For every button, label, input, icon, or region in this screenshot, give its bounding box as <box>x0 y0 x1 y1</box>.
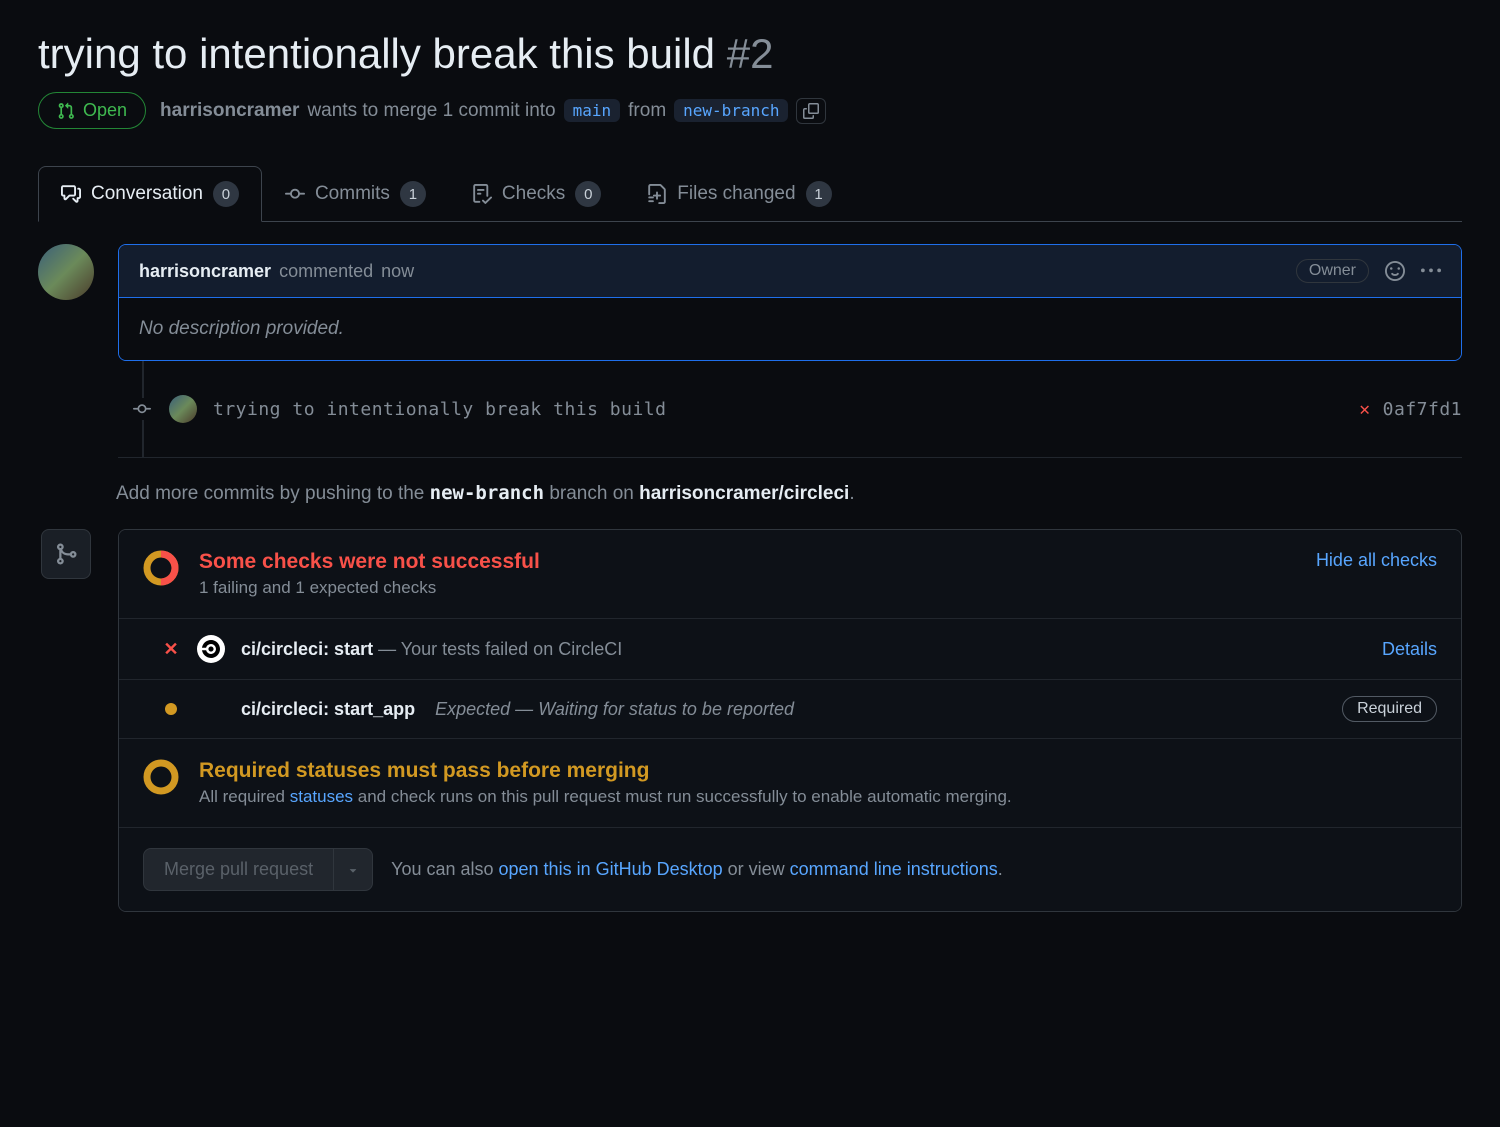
timeline-commit-event: trying to intentionally break this build… <box>118 361 1462 457</box>
required-status-sub: All required statuses and check runs on … <box>199 787 1012 807</box>
tab-conversation[interactable]: Conversation 0 <box>38 166 262 222</box>
tab-conversation-count: 0 <box>213 181 239 207</box>
check-details-link[interactable]: Details <box>1382 639 1437 660</box>
copy-branch-button[interactable] <box>796 98 826 124</box>
check-desc: Waiting for status to be reported <box>538 699 794 719</box>
comment-header: harrisoncramer commented now Owner <box>119 245 1461 298</box>
tab-checks-label: Checks <box>502 183 565 205</box>
check-name: ci/circleci: start <box>241 639 373 659</box>
comment-box: harrisoncramer commented now Owner No de… <box>118 244 1462 361</box>
comment-action: commented <box>279 261 373 282</box>
status-donut-icon <box>143 759 179 795</box>
pr-meta-text: harrisoncramer wants to merge 1 commit i… <box>160 98 826 124</box>
comment-author[interactable]: harrisoncramer <box>139 261 271 282</box>
react-button[interactable] <box>1385 261 1405 281</box>
checks-summary-title: Some checks were not successful <box>199 550 540 574</box>
commit-message[interactable]: trying to intentionally break this build <box>213 399 666 420</box>
merge-icon-box <box>41 529 91 579</box>
tab-checks-count: 0 <box>575 181 601 207</box>
pr-author-link[interactable]: harrisoncramer <box>160 100 299 122</box>
merge-actions: Merge pull request You can also open thi… <box>119 828 1461 911</box>
push-hint-branch: new-branch <box>430 482 544 504</box>
pr-number: #2 <box>727 30 774 77</box>
commit-sha[interactable]: 0af7fd1 <box>1383 399 1462 420</box>
git-commit-icon <box>285 184 305 204</box>
commit-author-avatar[interactable] <box>169 395 197 423</box>
merge-dropdown-button[interactable] <box>334 848 373 891</box>
tab-checks[interactable]: Checks 0 <box>449 166 624 222</box>
pr-state-text: Open <box>83 100 127 121</box>
check-name: ci/circleci: start_app <box>241 699 415 719</box>
tab-commits[interactable]: Commits 1 <box>262 166 449 222</box>
hide-checks-link[interactable]: Hide all checks <box>1316 550 1437 571</box>
comment-discussion-icon <box>61 184 81 204</box>
pr-meta-row: Open harrisoncramer wants to merge 1 com… <box>38 92 1462 129</box>
file-diff-icon <box>647 184 667 204</box>
divider <box>118 457 1462 458</box>
base-branch-chip[interactable]: main <box>564 99 621 122</box>
tab-commits-count: 1 <box>400 181 426 207</box>
required-badge: Required <box>1342 696 1437 722</box>
smiley-icon <box>1385 261 1405 281</box>
pr-title: trying to intentionally break this build… <box>38 30 1462 78</box>
checks-summary-section: Some checks were not successful 1 failin… <box>119 530 1461 619</box>
git-pull-request-icon <box>57 102 75 120</box>
pr-title-text: trying to intentionally break this build <box>38 30 715 77</box>
dot-fill-icon <box>165 703 177 715</box>
tab-commits-label: Commits <box>315 183 390 205</box>
commit-node-icon <box>131 398 153 420</box>
author-avatar[interactable] <box>38 244 94 300</box>
cli-instructions-link[interactable]: command line instructions <box>790 859 998 879</box>
merge-hint: You can also open this in GitHub Desktop… <box>391 859 1003 880</box>
check-row-pending: ci/circleci: start_app Expected — Waitin… <box>119 680 1461 739</box>
tab-nav: Conversation 0 Commits 1 Checks 0 Files … <box>38 165 1462 222</box>
push-hint: Add more commits by pushing to the new-b… <box>38 458 1462 529</box>
git-merge-icon <box>54 542 78 566</box>
copy-icon <box>803 103 819 119</box>
tab-files-count: 1 <box>806 181 832 207</box>
kebab-button[interactable] <box>1421 261 1441 281</box>
head-branch-chip[interactable]: new-branch <box>674 99 788 122</box>
pr-state-badge: Open <box>38 92 146 129</box>
tab-files[interactable]: Files changed 1 <box>624 166 854 222</box>
statuses-link[interactable]: statuses <box>290 787 353 806</box>
tab-conversation-label: Conversation <box>91 183 203 205</box>
checklist-icon <box>472 184 492 204</box>
owner-badge: Owner <box>1296 259 1369 283</box>
comment-body: No description provided. <box>119 298 1461 360</box>
checks-summary-sub: 1 failing and 1 expected checks <box>199 578 540 598</box>
merge-button[interactable]: Merge pull request <box>143 848 334 891</box>
required-status-section: Required statuses must pass before mergi… <box>119 739 1461 828</box>
comment-time[interactable]: now <box>381 261 414 282</box>
push-hint-repo: harrisoncramer/circleci <box>639 483 849 504</box>
check-desc: Your tests failed on CircleCI <box>401 639 622 659</box>
merge-button-group: Merge pull request <box>143 848 373 891</box>
status-donut-icon <box>143 550 179 586</box>
tab-files-label: Files changed <box>677 183 795 205</box>
required-status-title: Required statuses must pass before mergi… <box>199 759 1012 783</box>
circleci-avatar <box>197 635 225 663</box>
triangle-down-icon <box>346 863 360 877</box>
merge-status-box: Some checks were not successful 1 failin… <box>118 529 1462 912</box>
kebab-horizontal-icon <box>1421 261 1441 281</box>
x-icon: ✕ <box>161 639 181 660</box>
x-icon[interactable]: ✕ <box>1359 399 1370 420</box>
open-desktop-link[interactable]: open this in GitHub Desktop <box>499 859 723 879</box>
check-row-fail: ✕ ci/circleci: start — Your tests failed… <box>119 619 1461 680</box>
